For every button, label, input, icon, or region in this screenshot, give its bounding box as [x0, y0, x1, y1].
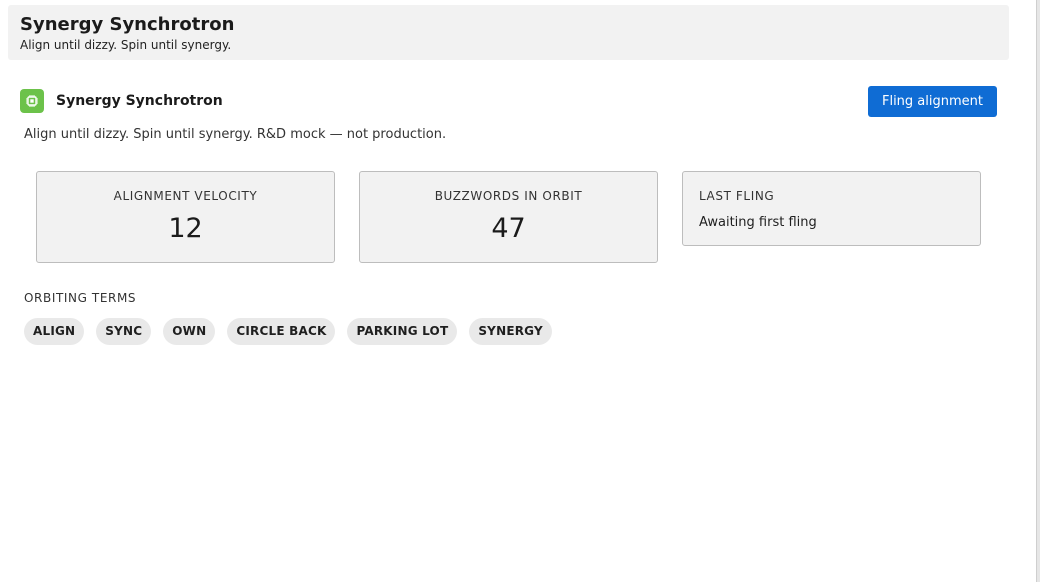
stat-card-last-fling: LAST FLING Awaiting first fling [682, 171, 981, 246]
term-tag: OWN [163, 318, 216, 345]
stat-card-buzzwords-in-orbit: BUZZWORDS IN ORBIT 47 [359, 171, 658, 263]
term-tag: SYNC [96, 318, 152, 345]
orbiting-terms-label: ORBITING TERMS [24, 291, 137, 305]
term-tag: SYNERGY [469, 318, 552, 345]
page-subtitle: Align until dizzy. Spin until synergy. [20, 38, 232, 52]
term-tag: ALIGN [24, 318, 85, 345]
widget-header: Synergy Synchrotron [20, 89, 223, 113]
stat-value: 12 [168, 213, 203, 244]
chip-icon [20, 89, 44, 113]
app-root: Synergy Synchrotron Align until dizzy. S… [0, 0, 1040, 582]
widget-title: Synergy Synchrotron [56, 93, 223, 109]
stat-label: ALIGNMENT VELOCITY [113, 189, 258, 203]
fling-alignment-button[interactable]: Fling alignment [868, 86, 997, 117]
widget-description: Align until dizzy. Spin until synergy. R… [24, 127, 447, 142]
term-tag: PARKING LOT [347, 318, 458, 345]
stat-card-alignment-velocity: ALIGNMENT VELOCITY 12 [36, 171, 335, 263]
term-tag: CIRCLE BACK [227, 318, 336, 345]
window-scrollbar[interactable] [1036, 0, 1040, 582]
stat-label: LAST FLING [699, 189, 775, 203]
page-title: Synergy Synchrotron [20, 14, 235, 35]
page-header: Synergy Synchrotron Align until dizzy. S… [8, 5, 1009, 60]
stat-label: BUZZWORDS IN ORBIT [434, 189, 583, 203]
stat-value: 47 [491, 213, 526, 244]
stat-status: Awaiting first fling [699, 215, 817, 230]
orbiting-terms-list: ALIGN SYNC OWN CIRCLE BACK PARKING LOT S… [24, 318, 552, 345]
